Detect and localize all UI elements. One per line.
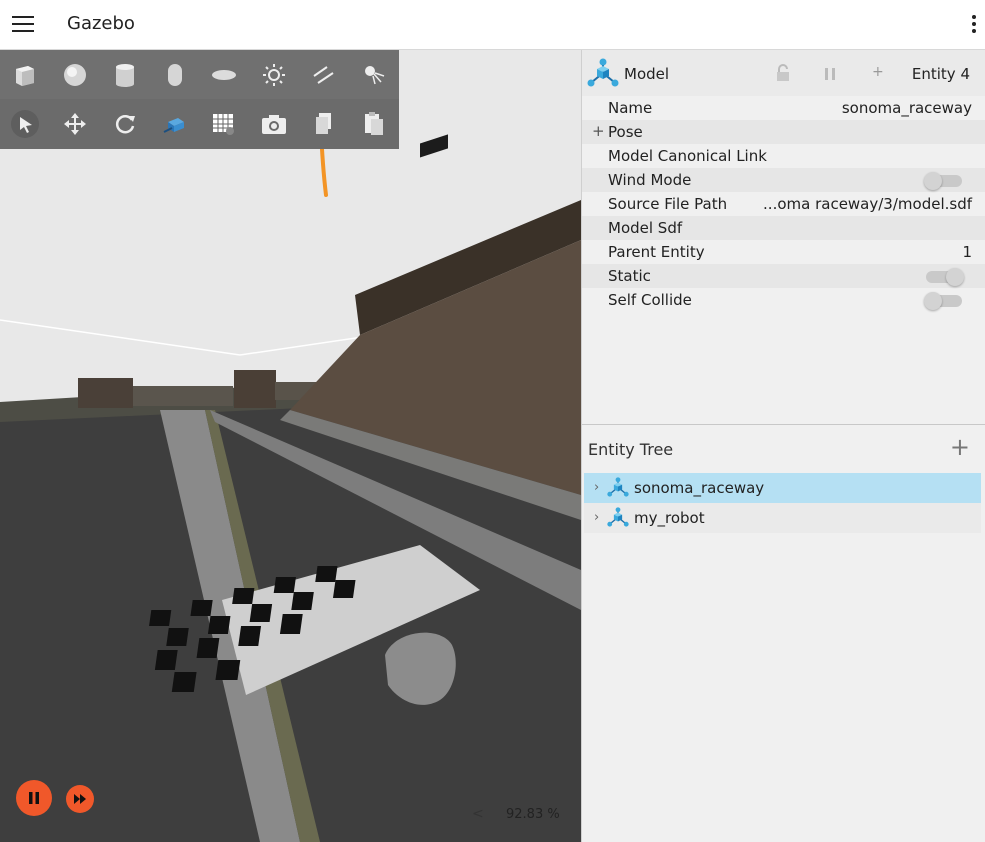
- property-value: ...oma raceway/3/model.sdf: [763, 195, 972, 213]
- directional-light-icon[interactable]: [299, 50, 349, 100]
- property-value: sonoma_raceway: [841, 99, 972, 117]
- raceway-scene-render: [0, 50, 581, 842]
- shapes-toolbar: [0, 50, 399, 100]
- fast-forward-icon: [74, 794, 86, 804]
- transform-icon[interactable]: [150, 99, 200, 149]
- pause-button[interactable]: [16, 780, 52, 816]
- transform-toolbar: [0, 99, 399, 149]
- copy-icon[interactable]: [299, 99, 349, 149]
- grid-icon[interactable]: [200, 99, 250, 149]
- property-key: Static: [608, 267, 651, 285]
- property-value: 1: [962, 243, 972, 261]
- app-title: Gazebo: [67, 13, 135, 34]
- menu-hamburger-icon[interactable]: [12, 16, 34, 34]
- property-key: Source File Path: [608, 195, 728, 213]
- property-key: Self Collide: [608, 291, 692, 309]
- static-toggle[interactable]: [926, 268, 964, 286]
- tree-item-label: sonoma_raceway: [634, 479, 765, 497]
- rotate-icon[interactable]: [100, 99, 150, 149]
- cylinder-icon[interactable]: [100, 50, 150, 100]
- gazebo-window: Gazebo < 92.83 % Model + Entity 4 Name s…: [0, 0, 985, 842]
- property-key: Wind Mode: [608, 171, 692, 189]
- wind-mode-toggle[interactable]: [924, 172, 962, 190]
- capsule-icon[interactable]: [150, 50, 200, 100]
- pause-icon: [29, 792, 39, 804]
- ellipsoid-icon[interactable]: [200, 50, 250, 100]
- tree-item-my-robot[interactable]: › my_robot: [584, 503, 981, 533]
- property-row-pose[interactable]: + Pose: [582, 120, 985, 144]
- property-key: Parent Entity: [608, 243, 705, 261]
- chevron-right-icon[interactable]: ›: [594, 480, 599, 495]
- step-forward-button[interactable]: [66, 785, 94, 813]
- property-key: Model Canonical Link: [608, 147, 767, 165]
- add-entity-button[interactable]: +: [950, 435, 970, 459]
- scene-3d-viewport[interactable]: < 92.83 %: [0, 50, 581, 842]
- camera-icon[interactable]: [249, 99, 299, 149]
- tree-item-sonoma-raceway[interactable]: › sonoma_raceway: [584, 473, 981, 503]
- property-key: Model Sdf: [608, 219, 683, 237]
- translate-icon[interactable]: [50, 99, 100, 149]
- select-icon[interactable]: [0, 99, 50, 149]
- real-time-factor: 92.83 %: [506, 807, 560, 822]
- top-app-bar: Gazebo: [0, 0, 985, 50]
- stats-expand-arrow[interactable]: <: [472, 806, 484, 822]
- lock-icon[interactable]: [775, 64, 791, 82]
- model-icon: [607, 507, 629, 527]
- pause-updates-icon[interactable]: [823, 67, 837, 81]
- paste-icon[interactable]: [349, 99, 399, 149]
- component-inspector-header: Model + Entity 4: [582, 50, 985, 96]
- right-side-panel: Model + Entity 4 Name sonoma_raceway + P…: [581, 50, 985, 842]
- property-row-self-collide: Self Collide: [582, 288, 985, 312]
- model-icon: [607, 477, 629, 497]
- tree-item-label: my_robot: [634, 509, 705, 527]
- sun-light-icon[interactable]: [249, 50, 299, 100]
- property-row-static: Static: [582, 264, 985, 288]
- model-icon: [587, 58, 619, 87]
- property-row-wind-mode: Wind Mode: [582, 168, 985, 192]
- property-row-name: Name sonoma_raceway: [582, 96, 985, 120]
- sphere-icon[interactable]: [50, 50, 100, 100]
- property-row-source-file: Source File Path ...oma raceway/3/model.…: [582, 192, 985, 216]
- property-row-parent-entity: Parent Entity 1: [582, 240, 985, 264]
- more-options-icon[interactable]: [971, 15, 977, 35]
- chevron-right-icon[interactable]: ›: [594, 510, 599, 525]
- property-key: Name: [608, 99, 653, 117]
- property-key: Pose: [608, 123, 643, 141]
- entity-tree-header: Entity Tree +: [582, 425, 985, 471]
- entity-id-label: Entity 4: [911, 65, 970, 83]
- self-collide-toggle[interactable]: [924, 292, 962, 310]
- box-icon[interactable]: [0, 50, 50, 100]
- component-type-label: Model: [624, 65, 670, 83]
- expand-pose-button[interactable]: +: [592, 122, 605, 140]
- add-component-button[interactable]: +: [872, 64, 884, 80]
- spot-light-icon[interactable]: [349, 50, 399, 100]
- entity-tree-title: Entity Tree: [588, 440, 674, 459]
- property-row-canonical-link: Model Canonical Link: [582, 144, 985, 168]
- property-row-model-sdf[interactable]: Model Sdf: [582, 216, 985, 240]
